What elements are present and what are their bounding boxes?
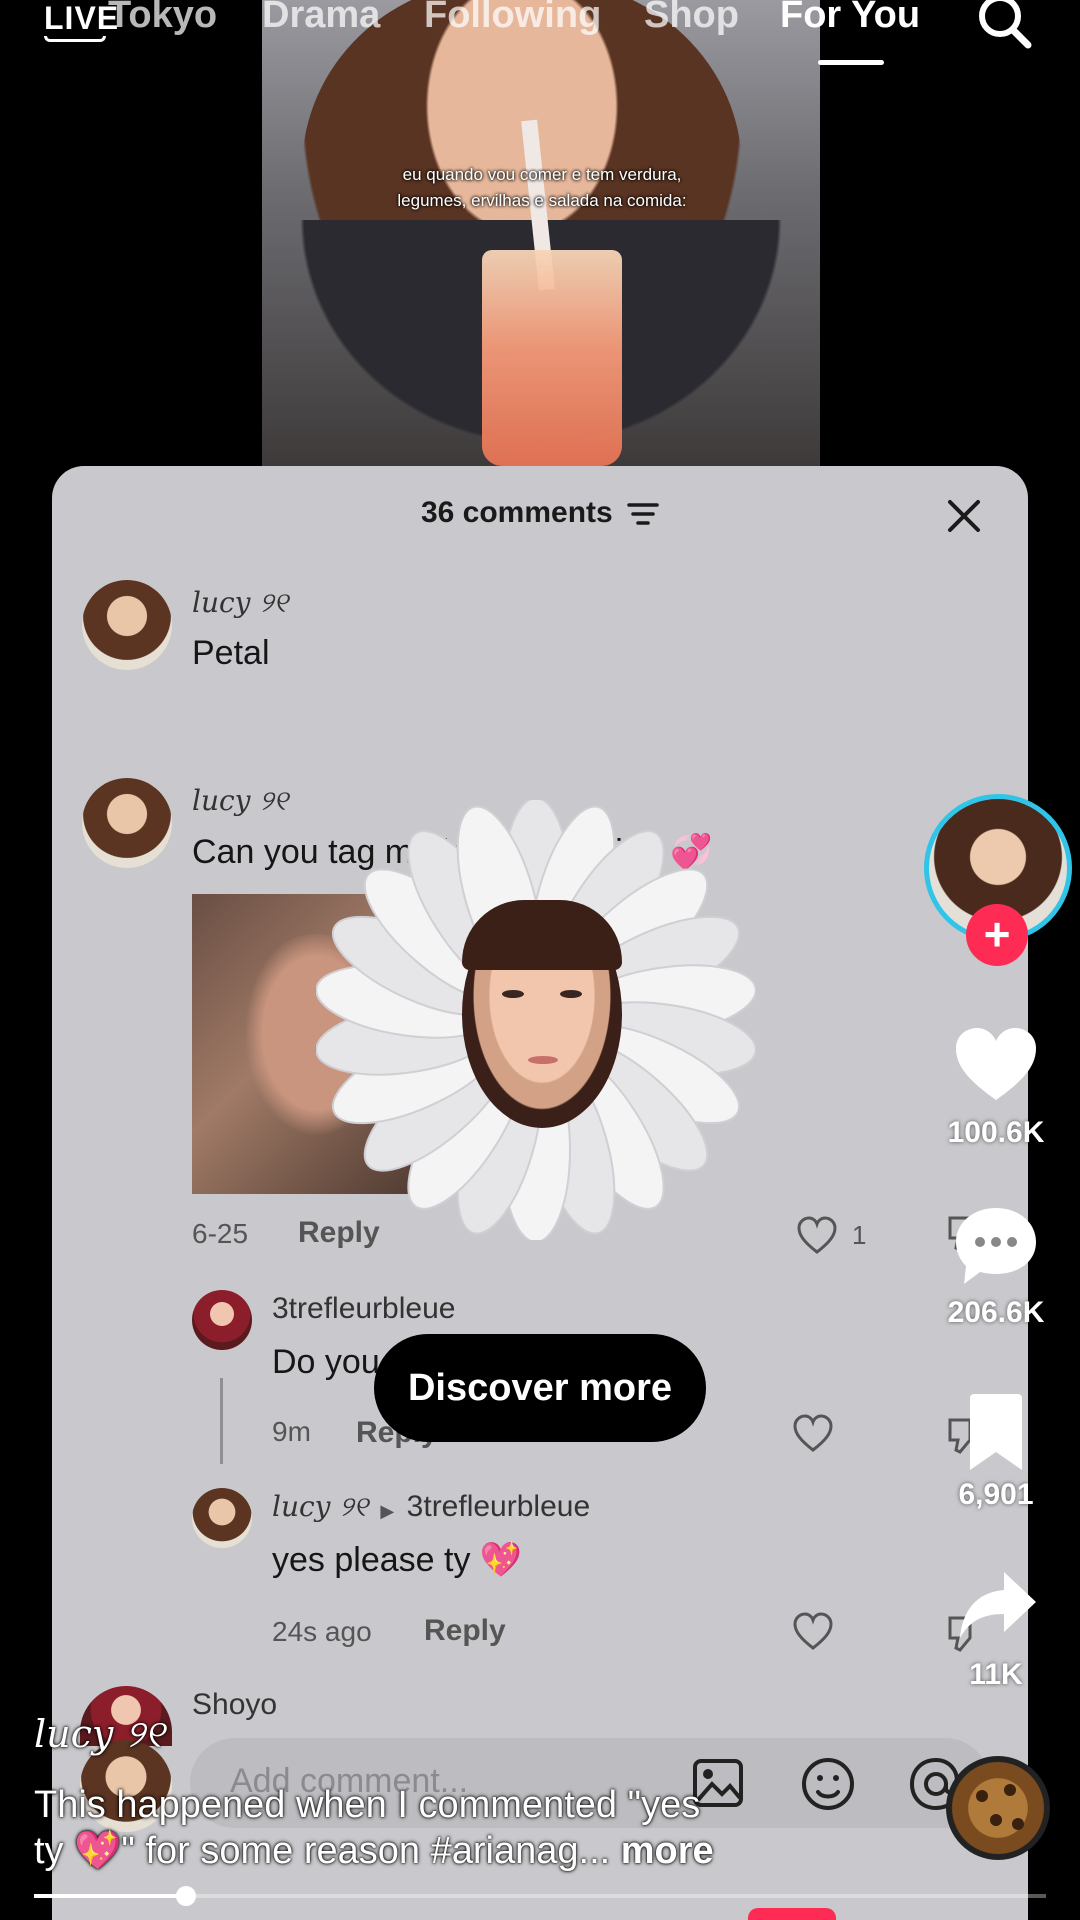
avatar[interactable] [82, 778, 172, 868]
avatar[interactable] [192, 1290, 252, 1350]
video-progress-fill [34, 1894, 186, 1898]
music-disc-icon[interactable] [946, 1756, 1050, 1860]
sort-icon[interactable] [627, 501, 659, 527]
top-navigation: LIVE Tokyo Drama Following Shop For You [0, 0, 1080, 70]
discover-more-button[interactable]: Discover more [374, 1334, 706, 1442]
follow-plus-button[interactable]: + [966, 904, 1028, 966]
reply-thread-line [220, 1378, 223, 1464]
cookie-chip [1012, 1818, 1024, 1830]
video-caption-line-2: legumes, ervilhas e salada na comida: [397, 191, 687, 210]
reply-to-username[interactable]: 3trefleurbleue [407, 1490, 590, 1523]
flower-face [462, 900, 622, 1128]
like-heart-icon[interactable] [792, 1612, 834, 1652]
comment-like-count: 1 [852, 1220, 867, 1250]
reply-text: yes please ty 💖 [272, 1541, 523, 1579]
cookie-chip [990, 1814, 1002, 1826]
comment-count: 206.6K [947, 1296, 1045, 1329]
comments-count-title: 36 comments [420, 496, 613, 529]
comment-username[interactable]: Shoyo [192, 1688, 277, 1722]
caption-line-2: ty 💖" for some reason #arianag... [34, 1830, 611, 1872]
comment-date: 6-25 [192, 1218, 249, 1249]
like-heart-icon[interactable] [796, 1216, 838, 1256]
active-tab-indicator [818, 60, 884, 65]
comment-username[interactable]: lucy ୨୧ [192, 586, 288, 620]
video-progress-knob[interactable] [175, 1886, 196, 1906]
reply-time: 24s ago [272, 1616, 372, 1647]
close-icon[interactable] [944, 496, 984, 536]
reply-username[interactable]: lucy ୨୧ [272, 1490, 368, 1523]
bookmark-icon[interactable] [966, 1392, 1026, 1474]
cookie-chip [976, 1790, 988, 1802]
tab-following[interactable]: Following [424, 0, 601, 37]
bottom-tab-create-peek[interactable] [748, 1908, 836, 1920]
video-drink-cup [482, 250, 622, 466]
comments-header: 36 comments [52, 496, 1028, 530]
search-icon[interactable] [972, 0, 1036, 54]
video-caption-overlay: eu quando vou comer e tem verdura, legum… [322, 162, 762, 214]
comment-text: Petal [192, 634, 270, 672]
flower-face-mouth [528, 1056, 558, 1064]
share-arrow-icon[interactable] [958, 1568, 1038, 1642]
caption-more-link[interactable]: more [621, 1830, 714, 1872]
like-heart-icon[interactable] [792, 1414, 834, 1454]
reply-username[interactable]: 3trefleurbleue [272, 1292, 455, 1326]
creator-username[interactable]: lucy ୨୧ [34, 1712, 164, 1757]
tab-shop[interactable]: Shop [644, 0, 739, 37]
save-count: 6,901 [958, 1478, 1034, 1511]
flower-face-right-eye [560, 990, 582, 998]
reply-button[interactable]: Reply [424, 1614, 506, 1648]
like-heart-icon[interactable] [952, 1024, 1040, 1104]
share-count: 11K [969, 1658, 1023, 1691]
flower-face-left-eye [502, 990, 524, 998]
live-tv-icon [44, 36, 106, 42]
video-caption-line-1: eu quando vou comer e tem verdura, [402, 165, 682, 184]
reply-header: lucy ୨୧ ▶ 3trefleurbleue [272, 1490, 590, 1524]
tab-drama[interactable]: Drama [262, 0, 380, 37]
avatar[interactable] [82, 580, 172, 670]
comment-bubble-icon[interactable] [952, 1204, 1040, 1288]
tab-for-you[interactable]: For You [780, 0, 920, 37]
avatar[interactable] [192, 1488, 252, 1548]
comment-username[interactable]: lucy ୨୧ [192, 784, 288, 818]
like-count: 100.6K [947, 1116, 1045, 1149]
reply-arrow-icon: ▶ [380, 1501, 395, 1522]
caption-line-1: This happened when I commented "yes [34, 1784, 701, 1826]
tab-tokyo[interactable]: Tokyo [108, 0, 217, 37]
reply-time: 9m [272, 1416, 311, 1447]
post-caption[interactable]: This happened when I commented "yes ty 💖… [34, 1782, 934, 1874]
cookie-chip [1004, 1784, 1016, 1796]
video-progress-bar[interactable] [34, 1886, 1046, 1906]
